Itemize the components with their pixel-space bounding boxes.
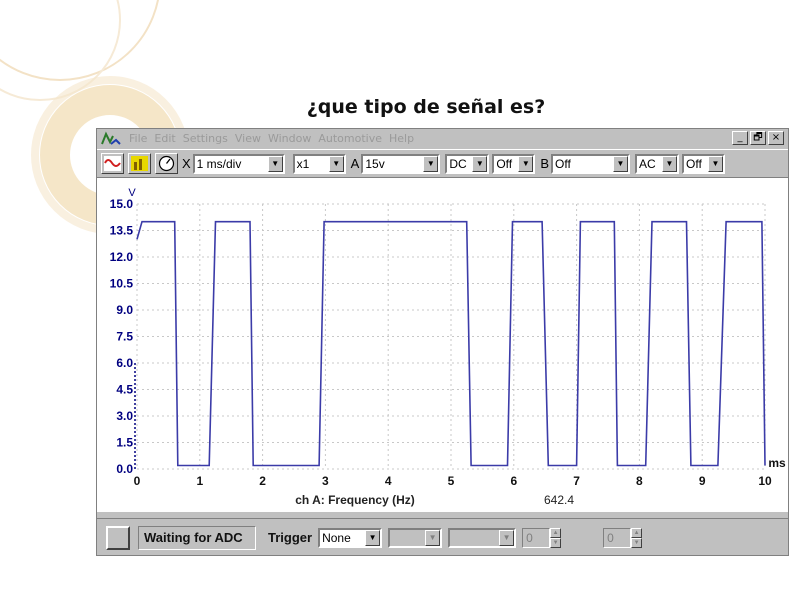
y-tick-label: 4.5 [116, 383, 133, 397]
chevron-down-icon[interactable]: ▼ [472, 155, 488, 172]
x-tick-label: 0 [134, 474, 141, 488]
x-tick-label: 10 [758, 474, 772, 488]
channel-b-range-select[interactable]: Off ▼ [551, 153, 631, 174]
meter-view-button[interactable] [128, 153, 151, 174]
waveform-chart: 15.0 13.5 12.0 10.5 9.0 7.5 6.0 4.5 3.0 1.5 0.00 1 2… [110, 187, 786, 507]
y-tick-label: 15.0 [110, 197, 134, 211]
x-tick-label: 6 [510, 474, 517, 488]
trigger-level-value[interactable]: 0 [522, 527, 551, 548]
chevron-down-icon[interactable]: ▼ [550, 537, 562, 548]
channel-a-coupling-select[interactable]: DC ▼ [445, 153, 490, 174]
window-controls: _ 🗗 × [732, 131, 784, 145]
channel-a-trace [136, 220, 766, 467]
chevron-down-icon[interactable]: ▼ [518, 155, 534, 172]
menu-help[interactable]: Help [389, 132, 414, 145]
close-button[interactable]: × [768, 131, 784, 145]
menu-bar: File Edit Settings View Window Automotiv… [97, 129, 788, 148]
trigger-channel-select[interactable]: ▼ [388, 527, 443, 548]
multiplier-select[interactable]: x1 ▼ [292, 153, 346, 174]
timebase-value: 1 ms/div [196, 156, 242, 171]
gauge-icon [158, 155, 175, 172]
status-bar: Waiting for ADC Trigger None ▼ ▼ ▼ 0 ▲ ▼… [97, 518, 788, 556]
y-tick-label: 10.5 [110, 277, 134, 291]
channel-b-label: B [540, 156, 550, 171]
chevron-down-icon[interactable]: ▼ [631, 537, 643, 548]
channel-a-label: A [350, 156, 360, 171]
chevron-down-icon[interactable]: ▼ [499, 529, 515, 546]
menu-edit[interactable]: Edit [154, 132, 175, 145]
trigger-label: Trigger [268, 530, 313, 545]
x-tick-label: 9 [699, 474, 706, 488]
y-tick-label: 1.5 [116, 436, 133, 450]
measurement-value: 642.4 [544, 493, 574, 507]
chevron-up-icon[interactable]: ▲ [631, 527, 643, 538]
gauge-view-button[interactable] [155, 153, 178, 174]
trigger-level-stepper[interactable]: 0 ▲ ▼ [522, 527, 562, 549]
trigger-delay-value[interactable]: 0 [603, 527, 632, 548]
channel-b-filter-select[interactable]: Off ▼ [682, 153, 726, 174]
channel-b-range-value: Off [555, 156, 571, 171]
channel-a-range-value: 15v [365, 156, 385, 171]
question-heading: ¿que tipo de señal es? [306, 96, 546, 118]
y-tick-label: 3.0 [116, 409, 133, 423]
channel-b-coupling-select[interactable]: AC ▼ [635, 153, 680, 174]
waveform-icon [104, 156, 121, 171]
x-axis-label: X [182, 156, 191, 171]
timebase-select[interactable]: 1 ms/div ▼ [192, 153, 285, 174]
y-tick-label: 12.0 [110, 250, 134, 264]
trigger-direction-select[interactable]: ▼ [448, 527, 517, 548]
trigger-mode-value: None [322, 530, 351, 545]
trigger-delay-stepper[interactable]: 0 ▲ ▼ [603, 527, 643, 549]
x-tick-label: 5 [448, 474, 455, 488]
start-stop-button[interactable] [106, 525, 130, 550]
scope-view-button[interactable] [101, 153, 124, 174]
x-tick-label: 8 [636, 474, 643, 488]
channel-b-coupling-value: AC [639, 156, 656, 171]
chevron-up-icon[interactable]: ▲ [550, 527, 562, 538]
y-tick-label: 6.0 [116, 356, 133, 370]
y-tick-label: 13.5 [110, 224, 134, 238]
x-tick-label: 4 [385, 474, 392, 488]
y-tick-label: 0.0 [116, 462, 133, 476]
chevron-down-icon[interactable]: ▼ [423, 155, 439, 172]
x-tick-label: 2 [259, 474, 266, 488]
channel-a-filter-value: Off [496, 156, 513, 171]
channel-b-filter-value: Off [686, 156, 702, 171]
menu-view[interactable]: View [235, 132, 261, 145]
minimize-button[interactable]: _ [732, 131, 748, 145]
channel-a-range-select[interactable]: 15v ▼ [361, 153, 441, 174]
y-tick-label: 7.5 [116, 330, 133, 344]
chevron-down-icon[interactable]: ▼ [662, 155, 678, 172]
x-tick-label: 7 [573, 474, 580, 488]
chevron-down-icon[interactable]: ▼ [328, 155, 344, 172]
oscilloscope-window: File Edit Settings View Window Automotiv… [96, 128, 789, 556]
trigger-mode-select[interactable]: None ▼ [318, 527, 383, 548]
measurement-label: ch A: Frequency (Hz) [295, 493, 415, 507]
chevron-down-icon[interactable]: ▼ [365, 529, 381, 546]
toolbar: X 1 ms/div ▼ x1 ▼ A 15v ▼ DC ▼ Off ▼ B O… [97, 149, 788, 178]
bar-meter-icon [131, 156, 148, 171]
restore-button[interactable]: 🗗 [750, 131, 766, 145]
channel-a-filter-select[interactable]: Off ▼ [492, 153, 536, 174]
menu-settings[interactable]: Settings [183, 132, 228, 145]
multiplier-value: x1 [296, 156, 310, 171]
x-axis-unit-label: ms [768, 456, 786, 470]
x-tick-label: 3 [322, 474, 329, 488]
menu-window[interactable]: Window [268, 132, 311, 145]
menu-automotive[interactable]: Automotive [318, 132, 382, 145]
acquisition-status: Waiting for ADC [138, 525, 256, 550]
chevron-down-icon[interactable]: ▼ [613, 155, 629, 172]
x-tick-label: 1 [196, 474, 203, 488]
y-tick-label: 9.0 [116, 303, 133, 317]
menu-file[interactable]: File [129, 132, 147, 145]
chevron-down-icon[interactable]: ▼ [708, 155, 724, 172]
chevron-down-icon[interactable]: ▼ [425, 529, 441, 546]
scope-display: 15.0 13.5 12.0 10.5 9.0 7.5 6.0 4.5 3.0 1.5 0.0 0 1 2… [97, 178, 788, 512]
app-logo-icon [101, 131, 121, 145]
y-axis-unit-label: V [128, 187, 136, 199]
chevron-down-icon[interactable]: ▼ [267, 155, 283, 172]
channel-a-coupling-value: DC [449, 156, 467, 171]
